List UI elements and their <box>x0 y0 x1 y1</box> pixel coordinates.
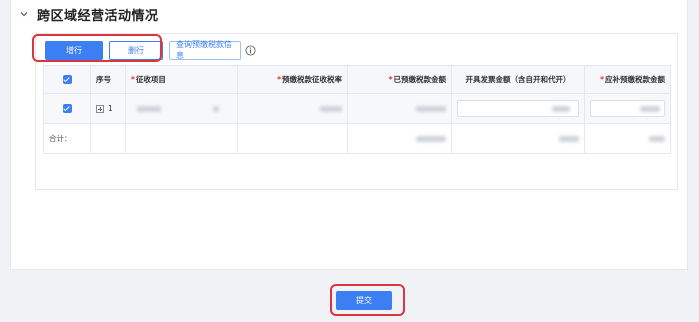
table-header-row: 序号 *征收项目 *预缴税款征收税率 *已预缴税款金额 开具发票金额（含自开和代… <box>43 65 671 94</box>
total-empty <box>125 123 238 154</box>
query-prepaid-tax-button[interactable]: 查询预缴税款信息 <box>169 40 241 60</box>
redacted-value <box>213 106 220 112</box>
total-paid-cell <box>347 123 452 154</box>
redacted-value <box>552 106 570 112</box>
section-title: 跨区域经营活动情况 <box>37 8 159 24</box>
redacted-value <box>416 136 446 142</box>
tax-activity-table: 序号 *征收项目 *预缴税款征收税率 *已预缴税款金额 开具发票金额（含自开和代… <box>43 65 671 154</box>
header-paid: *已预缴税款金额 <box>347 65 452 94</box>
header-supplement: *应补预缴税款金额 <box>584 65 671 94</box>
section-header[interactable]: 跨区域经营活动情况 <box>19 5 159 24</box>
delete-row-button[interactable]: 删行 <box>109 40 163 60</box>
header-item: *征收项目 <box>125 65 238 94</box>
submit-bar: 提交 <box>0 280 699 320</box>
total-supplement-cell <box>584 123 671 154</box>
supplement-amount-input[interactable] <box>590 100 665 117</box>
paid-cell <box>347 93 452 124</box>
supplement-cell <box>584 93 671 124</box>
submit-button[interactable]: 提交 <box>336 291 392 310</box>
chevron-down-icon[interactable] <box>19 9 29 19</box>
required-mark: * <box>388 75 393 84</box>
header-invoice: 开具发票金额（含自开和代开） <box>451 65 585 94</box>
add-row-button[interactable]: 增行 <box>45 40 103 60</box>
rate-cell <box>237 93 348 124</box>
total-label: 合计： <box>43 123 91 154</box>
row-checkbox[interactable] <box>62 104 72 114</box>
redacted-value <box>320 106 342 112</box>
invoice-amount-input[interactable] <box>457 100 579 117</box>
expand-row-icon[interactable] <box>96 105 104 113</box>
redacted-value <box>416 106 446 112</box>
table-toolbar: 增行 删行 查询预缴税款信息 <box>45 39 256 61</box>
info-circle-icon[interactable] <box>245 44 256 56</box>
item-cell[interactable] <box>125 93 238 124</box>
cross-region-section: 跨区域经营活动情况 增行 删行 查询预缴税款信息 序号 *征收项目 *预缴税款征… <box>10 0 688 270</box>
redacted-value <box>640 106 660 112</box>
redacted-value <box>649 136 665 142</box>
row-index: 1 <box>108 104 113 113</box>
total-invoice-cell <box>451 123 585 154</box>
required-mark: * <box>277 75 281 84</box>
redacted-value <box>559 136 579 142</box>
required-mark: * <box>600 75 604 84</box>
row-index-cell: 1 <box>90 93 126 124</box>
total-empty <box>90 123 126 154</box>
row-select-cell[interactable] <box>43 93 91 124</box>
header-select-all[interactable] <box>43 65 91 94</box>
table-panel: 增行 删行 查询预缴税款信息 序号 *征收项目 *预缴税款征收税率 *已预缴税款… <box>35 33 678 190</box>
invoice-cell <box>451 93 585 124</box>
table-row[interactable]: 1 <box>43 93 671 124</box>
header-index: 序号 <box>90 65 126 94</box>
select-all-checkbox[interactable] <box>62 75 72 85</box>
total-empty <box>237 123 348 154</box>
redacted-value <box>137 106 161 112</box>
header-rate: *预缴税款征收税率 <box>237 65 348 94</box>
required-mark: * <box>131 75 135 84</box>
total-row: 合计： <box>43 123 671 154</box>
